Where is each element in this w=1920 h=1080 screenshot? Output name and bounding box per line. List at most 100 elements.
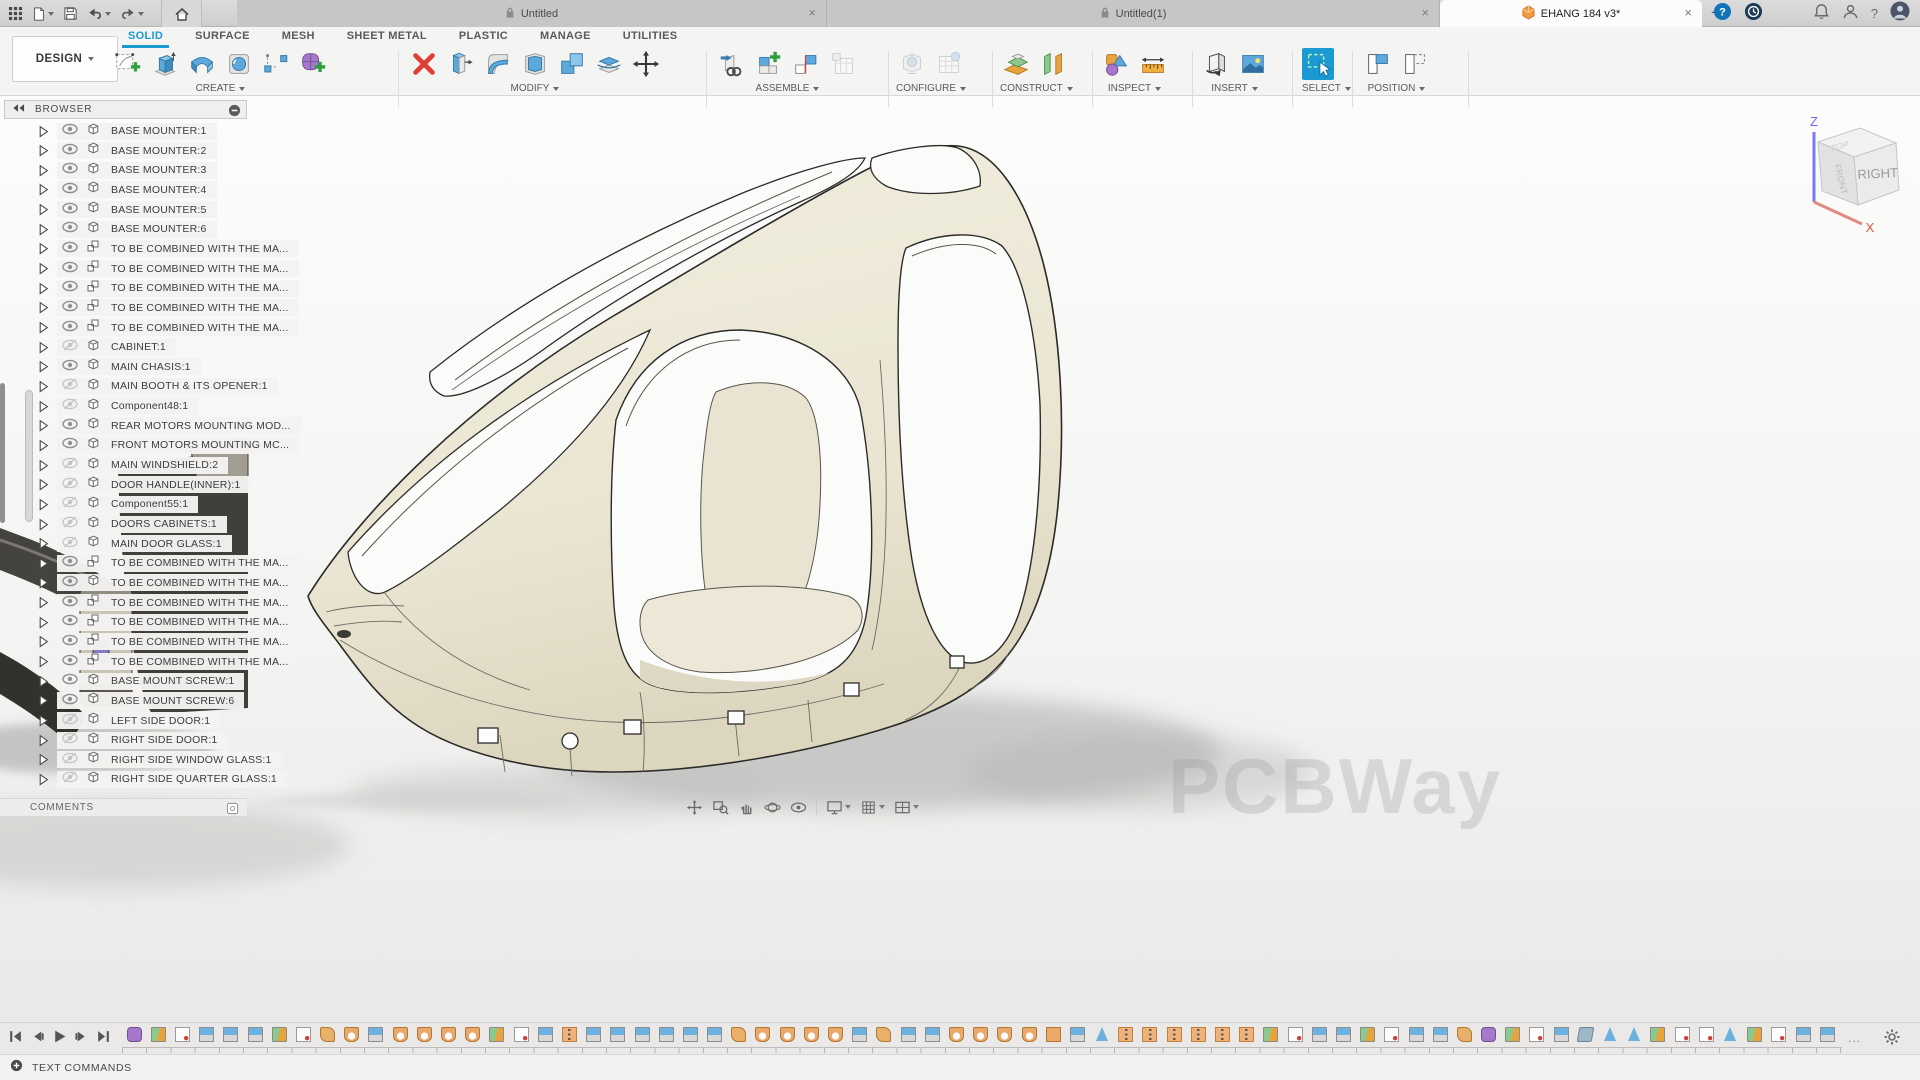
expand-arrow-icon[interactable]	[38, 518, 49, 531]
browser-tree-row[interactable]: TO BE COMBINED WITH THE MA...	[0, 240, 320, 257]
timeline-feature-sketch[interactable]	[509, 1027, 533, 1042]
timeline-feature-pattern[interactable]	[1114, 1027, 1138, 1042]
timeline-feature-tri[interactable]	[1718, 1027, 1742, 1042]
browser-item-label[interactable]: RIGHT SIDE QUARTER GLASS:1	[111, 773, 277, 785]
undo-button[interactable]	[87, 6, 111, 21]
user-icon[interactable]	[1842, 3, 1859, 25]
timeline-feature-bend[interactable]	[316, 1027, 340, 1042]
visibility-eye-icon[interactable]	[62, 436, 78, 454]
browser-item-label[interactable]: MAIN CHASIS:1	[111, 361, 191, 373]
canvas-left-scrollbar[interactable]	[0, 383, 5, 523]
timeline-feature-sketch[interactable]	[1525, 1027, 1549, 1042]
delete-icon[interactable]	[408, 48, 440, 80]
visibility-eye-icon[interactable]	[62, 299, 78, 317]
ribbon-group-label[interactable]: INSERT	[1211, 83, 1248, 94]
extrude-icon[interactable]	[149, 48, 181, 80]
visibility-eye-icon[interactable]	[62, 358, 78, 376]
expand-arrow-icon[interactable]	[38, 753, 49, 766]
nav-grid-settings-button[interactable]	[860, 799, 885, 816]
notifications-bell-icon[interactable]	[1813, 3, 1830, 25]
timeline-feature-extrude[interactable]	[630, 1027, 654, 1042]
browser-scrollbar[interactable]	[25, 390, 33, 522]
timeline-feature-sketch[interactable]	[291, 1027, 315, 1042]
browser-item-label[interactable]: BASE MOUNTER:1	[111, 125, 207, 137]
visibility-eye-off-icon[interactable]	[62, 731, 78, 749]
visibility-eye-icon[interactable]	[62, 279, 78, 297]
hole-icon[interactable]	[223, 48, 255, 80]
timeline-feature-plane[interactable]	[267, 1027, 291, 1042]
visibility-eye-icon[interactable]	[62, 201, 78, 219]
help-question-glyph[interactable]: ?	[1871, 6, 1878, 21]
nav-display-settings-button[interactable]	[826, 799, 851, 816]
ribbon-tab-mesh[interactable]: MESH	[266, 27, 331, 47]
timeline-feature-boss[interactable]	[969, 1027, 993, 1042]
timeline-feature-boss[interactable]	[775, 1027, 799, 1042]
visibility-eye-icon[interactable]	[62, 319, 78, 337]
browser-tree-row[interactable]: DOORS CABINETS:1	[0, 516, 320, 533]
comments-bar[interactable]: COMMENTS	[0, 798, 247, 817]
expand-arrow-icon[interactable]	[38, 655, 49, 668]
canvas-icon[interactable]	[1237, 48, 1269, 80]
visibility-eye-icon[interactable]	[62, 260, 78, 278]
expand-arrow-icon[interactable]	[38, 734, 49, 747]
visibility-eye-icon[interactable]	[62, 633, 78, 651]
browser-tree-row[interactable]: TO BE COMBINED WITH THE MA...	[0, 594, 320, 611]
expand-arrow-icon[interactable]	[38, 714, 49, 727]
expand-arrow-icon[interactable]	[38, 537, 49, 550]
visibility-eye-icon[interactable]	[62, 653, 78, 671]
combine-icon[interactable]	[556, 48, 588, 80]
timeline-feature-extrude[interactable]	[606, 1027, 630, 1042]
browser-item-label[interactable]: BASE MOUNTER:6	[111, 223, 207, 235]
home-view-button[interactable]	[161, 0, 202, 27]
browser-item-label[interactable]: Component55:1	[111, 498, 188, 510]
timeline-feature-pattern[interactable]	[1186, 1027, 1210, 1042]
fillet-icon[interactable]	[482, 48, 514, 80]
timeline-feature-extrude[interactable]	[219, 1027, 243, 1042]
browser-item-label[interactable]: TO BE COMBINED WITH THE MA...	[111, 656, 289, 668]
expand-arrow-icon[interactable]	[38, 301, 49, 314]
browser-tree-row[interactable]: BASE MOUNT SCREW:1	[0, 673, 320, 690]
visibility-eye-icon[interactable]	[62, 554, 78, 572]
timeline-feature-extrude[interactable]	[1791, 1027, 1815, 1042]
configuration-table-icon[interactable]	[933, 48, 965, 80]
ribbon-tab-solid[interactable]: SOLID	[112, 27, 179, 47]
browser-item-label[interactable]: TO BE COMBINED WITH THE MA...	[111, 302, 289, 314]
browser-tree-row[interactable]: CABINET:1	[0, 339, 320, 356]
visibility-eye-off-icon[interactable]	[62, 397, 78, 415]
browser-tree-row[interactable]: TO BE COMBINED WITH THE MA...	[0, 555, 320, 572]
help-icon[interactable]: ?	[1713, 2, 1732, 26]
visibility-eye-icon[interactable]	[62, 594, 78, 612]
timeline-feature-plane[interactable]	[1501, 1027, 1525, 1042]
browser-tree-row[interactable]: BASE MOUNTER:3	[0, 162, 320, 179]
timeline-feature-bend[interactable]	[1452, 1027, 1476, 1042]
visibility-eye-off-icon[interactable]	[62, 515, 78, 533]
visibility-eye-icon[interactable]	[62, 240, 78, 258]
ribbon-group-label[interactable]: INSPECT	[1108, 83, 1151, 94]
browser-tree-row[interactable]: Component55:1	[0, 496, 320, 513]
browser-item-label[interactable]: MAIN WINDSHIELD:2	[111, 459, 218, 471]
timeline-feature-form[interactable]	[122, 1027, 146, 1042]
browser-item-label[interactable]: BASE MOUNTER:4	[111, 184, 207, 196]
expand-arrow-icon[interactable]	[38, 773, 49, 786]
expand-arrow-icon[interactable]	[38, 125, 49, 138]
visibility-eye-off-icon[interactable]	[62, 770, 78, 788]
expand-arrow-icon[interactable]	[38, 635, 49, 648]
browser-item-label[interactable]: FRONT MOTORS MOUNTING MC...	[111, 439, 289, 451]
browser-tree-row[interactable]: RIGHT SIDE QUARTER GLASS:1	[0, 771, 320, 788]
timeline-feature-boss[interactable]	[823, 1027, 847, 1042]
app-grid-icon[interactable]	[8, 6, 23, 21]
ribbon-group-label[interactable]: CONSTRUCT	[1000, 83, 1063, 94]
browser-tree-row[interactable]: TO BE COMBINED WITH THE MA...	[0, 319, 320, 336]
browser-tree-row[interactable]: RIGHT SIDE WINDOW GLASS:1	[0, 751, 320, 768]
visibility-eye-icon[interactable]	[62, 417, 78, 435]
expand-arrow-icon[interactable]	[38, 242, 49, 255]
expand-arrow-icon[interactable]	[38, 596, 49, 609]
browser-item-label[interactable]: DOORS CABINETS:1	[111, 518, 217, 530]
expand-arrow-icon[interactable]	[38, 498, 49, 511]
browser-tree-row[interactable]: BASE MOUNTER:6	[0, 221, 320, 238]
timeline-feature-extrude[interactable]	[364, 1027, 388, 1042]
visibility-eye-icon[interactable]	[62, 122, 78, 140]
timeline-feature-sketch[interactable]	[1767, 1027, 1791, 1042]
browser-item-label[interactable]: TO BE COMBINED WITH THE MA...	[111, 636, 289, 648]
browser-item-label[interactable]: MAIN DOOR GLASS:1	[111, 538, 222, 550]
